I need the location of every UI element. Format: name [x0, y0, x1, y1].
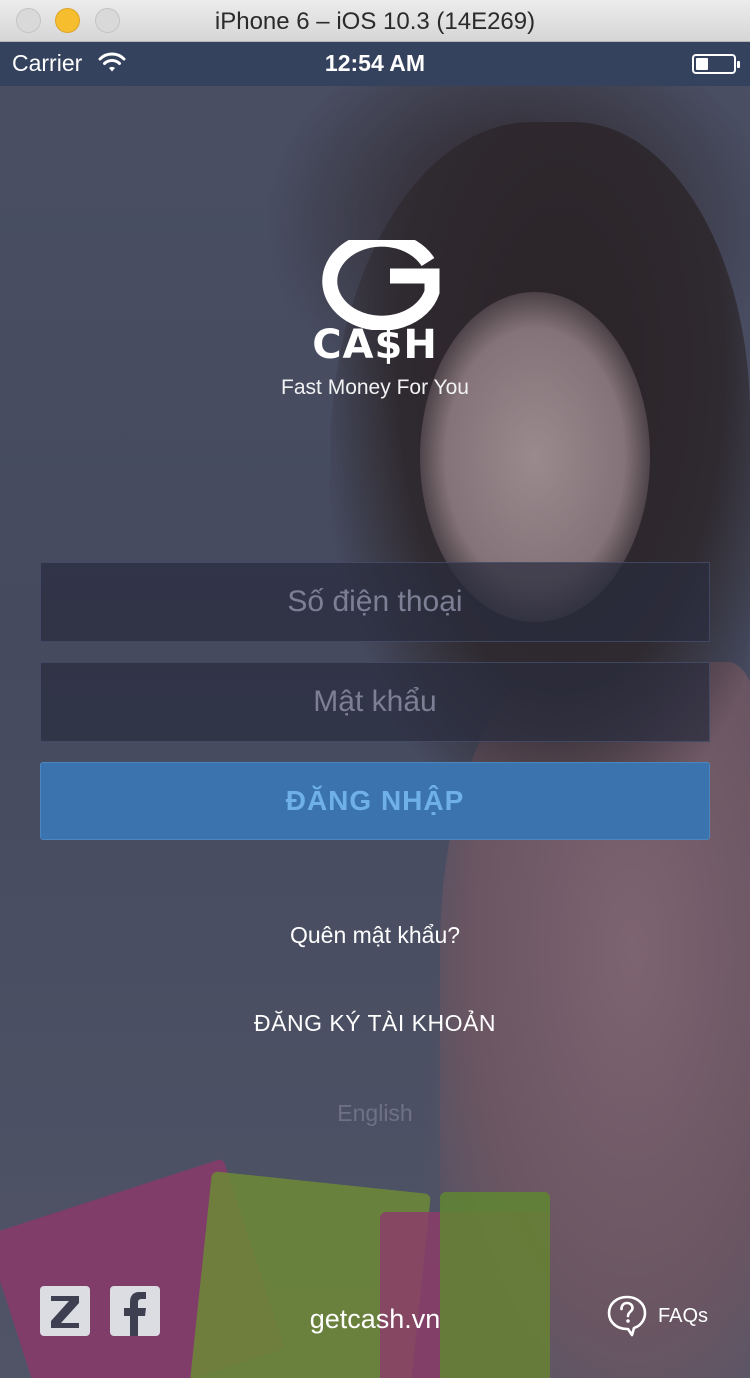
background-photo-bag [440, 1192, 550, 1378]
background-photo-bag [189, 1171, 431, 1378]
faq-button[interactable]: FAQs [606, 1294, 726, 1338]
gcash-logo: CA$H [310, 231, 440, 370]
tagline: Fast Money For You [281, 376, 469, 399]
faq-icon [607, 1295, 647, 1337]
battery-level [696, 58, 708, 70]
status-bar: Carrier 12:54 AM [0, 42, 750, 86]
forgot-password-link[interactable]: Quên mật khẩu? [0, 922, 750, 949]
phone-field[interactable] [40, 562, 710, 642]
logo-g-mark [322, 231, 440, 331]
password-input[interactable] [41, 663, 709, 741]
phone-screen: Carrier 12:54 AM CA$H Fast Money For You… [0, 42, 750, 1378]
login-button[interactable]: ĐĂNG NHẬP [40, 762, 710, 840]
logo-wordmark: CA$H [312, 322, 438, 368]
status-time: 12:54 AM [324, 50, 426, 76]
faq-label: FAQs [658, 1305, 709, 1327]
battery-icon [692, 54, 740, 74]
phone-input[interactable] [41, 563, 709, 641]
window-title: iPhone 6 – iOS 10.3 (14E269) [214, 8, 536, 35]
register-link[interactable]: ĐĂNG KÝ TÀI KHOẢN [0, 1010, 750, 1037]
language-english-link[interactable]: English [0, 1100, 750, 1127]
password-field[interactable] [40, 662, 710, 742]
simulator-titlebar: iPhone 6 – iOS 10.3 (14E269) [0, 0, 750, 42]
background-photo-bag [0, 1158, 285, 1378]
background-photo-bag [380, 1212, 550, 1378]
